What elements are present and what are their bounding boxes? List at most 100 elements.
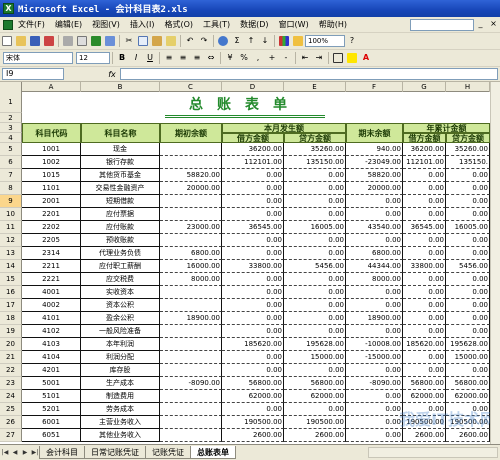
table-cell[interactable]: 56800.00 [222,377,284,390]
chart-wizard-icon[interactable] [278,35,290,47]
table-cell[interactable]: 195628.00 [284,338,346,351]
formula-input[interactable] [120,68,498,80]
table-cell[interactable]: 36200.00 [222,143,284,156]
table-cell[interactable]: 0.00 [284,195,346,208]
row-header[interactable]: 22 [0,364,22,377]
new-icon[interactable] [1,35,13,47]
table-cell[interactable]: 58820.00 [346,169,403,182]
table-cell[interactable]: 2221 [22,273,81,286]
table-cell[interactable]: 0.00 [284,247,346,260]
fill-color-icon[interactable] [346,52,358,64]
table-cell[interactable]: 0.00 [446,234,490,247]
prev-sheet-icon[interactable]: ◀ [10,448,20,458]
table-cell[interactable]: 2314 [22,247,81,260]
table-cell[interactable]: 15000.00 [446,351,490,364]
menu-window[interactable]: 窗口(W) [274,19,314,30]
table-cell[interactable]: 56800.00 [284,377,346,390]
table-cell[interactable]: -8090.00 [346,377,403,390]
table-cell[interactable]: 0.00 [284,403,346,416]
italic-button[interactable]: I [130,52,142,64]
table-cell[interactable]: 2205 [22,234,81,247]
table-cell[interactable] [160,286,222,299]
table-cell[interactable]: 0.00 [222,312,284,325]
row-header[interactable]: 14 [0,260,22,273]
table-cell[interactable]: 185620.00 [222,338,284,351]
table-cell[interactable]: 0.00 [403,273,446,286]
table-cell[interactable] [160,325,222,338]
table-cell[interactable]: 资本公积 [81,299,160,312]
table-cell[interactable]: 0.00 [403,169,446,182]
table-cell[interactable]: 0.00 [446,273,490,286]
table-cell[interactable]: 20000.00 [346,182,403,195]
table-cell[interactable]: 35260.00 [446,143,490,156]
table-cell[interactable]: 0.00 [284,325,346,338]
table-cell[interactable]: 112101.00 [403,156,446,169]
tab-richang-pingzheng[interactable]: 日常记账凭证 [84,446,146,459]
row-header[interactable]: 12 [0,234,22,247]
help-icon[interactable]: ? [346,35,358,47]
table-cell[interactable]: 5456.00 [446,260,490,273]
table-cell[interactable]: 0.00 [403,247,446,260]
column-header[interactable]: E [284,82,346,92]
table-cell[interactable]: 190500.00 [222,416,284,429]
row-header[interactable]: 26 [0,416,22,429]
table-cell[interactable]: 一般风险准备 [81,325,160,338]
table-cell[interactable]: 0.00 [222,208,284,221]
table-cell[interactable]: 0.00 [222,234,284,247]
close-icon[interactable]: × [488,19,499,30]
workbook-icon[interactable] [3,19,13,30]
table-cell[interactable]: 应付账款 [81,221,160,234]
row-header[interactable]: 21 [0,351,22,364]
bold-button[interactable]: B [116,52,128,64]
row-header[interactable]: 2 [0,113,22,123]
table-cell[interactable]: 0.00 [222,403,284,416]
table-cell[interactable]: 0.00 [446,325,490,338]
next-sheet-icon[interactable]: ▶ [20,448,30,458]
row-header[interactable]: 7 [0,169,22,182]
align-right-icon[interactable]: ≡ [191,52,203,64]
table-cell[interactable] [160,195,222,208]
drawing-icon[interactable] [292,35,304,47]
table-cell[interactable]: 0.00 [222,325,284,338]
redo-icon[interactable]: ↷ [198,35,210,47]
undo-icon[interactable]: ↶ [184,35,196,47]
row-header[interactable]: 23 [0,377,22,390]
table-cell[interactable]: 0.00 [222,299,284,312]
table-cell[interactable]: 135150. [446,156,490,169]
table-cell[interactable]: 0.00 [222,351,284,364]
table-cell[interactable]: 36545.00 [222,221,284,234]
table-cell[interactable]: 0.00 [346,195,403,208]
table-cell[interactable]: 8000.00 [160,273,222,286]
table-cell[interactable] [160,364,222,377]
table-cell[interactable]: 16005.00 [446,221,490,234]
table-cell[interactable]: 0.00 [446,286,490,299]
row-header[interactable]: 17 [0,299,22,312]
table-cell[interactable]: 0.00 [403,364,446,377]
row-header[interactable]: 20 [0,338,22,351]
table-cell[interactable]: 15000.00 [284,351,346,364]
table-cell[interactable]: 940.00 [346,143,403,156]
table-cell[interactable]: 0.00 [222,182,284,195]
table-cell[interactable]: 2202 [22,221,81,234]
borders-icon[interactable] [332,52,344,64]
table-cell[interactable]: 5456.00 [284,260,346,273]
table-cell[interactable]: 2600.00 [284,429,346,442]
table-cell[interactable]: 库存股 [81,364,160,377]
table-cell[interactable]: 23000.00 [160,221,222,234]
table-cell[interactable]: 0.00 [346,416,403,429]
column-header[interactable]: B [81,82,160,92]
table-cell[interactable]: 1101 [22,182,81,195]
table-cell[interactable]: 18900.00 [160,312,222,325]
table-cell[interactable]: 33800.00 [403,260,446,273]
table-cell[interactable]: 33800.00 [222,260,284,273]
tab-jizhang-pingzheng[interactable]: 记账凭证 [145,446,191,459]
font-size-select[interactable]: 12 [76,52,110,64]
table-cell[interactable]: 2001 [22,195,81,208]
insert-function-icon[interactable]: fx [104,70,120,79]
table-cell[interactable]: 其他业务收入 [81,429,160,442]
table-cell[interactable]: 4102 [22,325,81,338]
table-cell[interactable]: 0.00 [446,312,490,325]
table-cell[interactable]: 5201 [22,403,81,416]
table-cell[interactable]: 0.00 [222,364,284,377]
menu-file[interactable]: 文件(F) [13,19,50,30]
